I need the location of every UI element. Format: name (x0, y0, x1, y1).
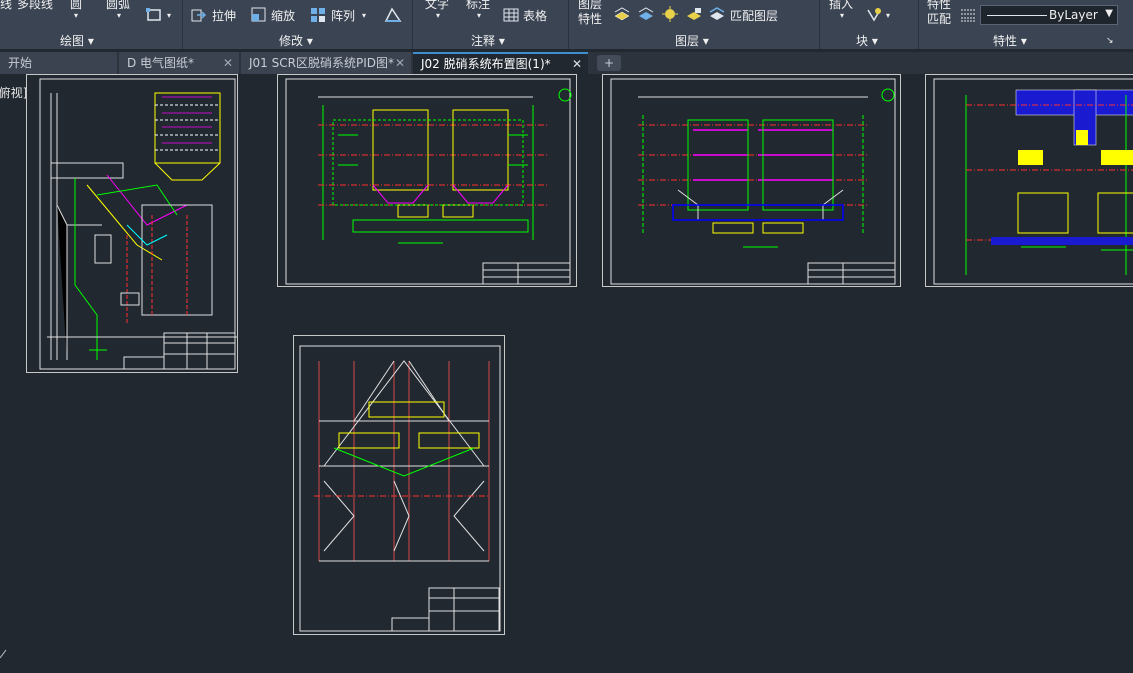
chevron-down-icon[interactable]: ▾ (362, 9, 366, 23)
chevron-down-icon[interactable]: ▾ (167, 9, 171, 23)
match-layer-icon[interactable] (709, 6, 725, 22)
file-tab-bar: 开始 D 电气图纸* ✕ J01 SCR区脱硝系统PID图* ✕ J02 脱硝系… (0, 52, 1133, 74)
layer-properties-button[interactable]: 图层 (578, 0, 602, 11)
table-button[interactable]: 表格 (523, 9, 547, 23)
panel-separator (918, 0, 919, 49)
layer-isolate-icon[interactable] (614, 6, 630, 22)
layer-freeze-icon[interactable] (638, 6, 654, 22)
panel-title-block[interactable]: 块 ▾ (856, 32, 878, 48)
stretch-icon[interactable] (191, 7, 207, 23)
scale-button[interactable]: 缩放 (271, 9, 295, 23)
layer-properties-label[interactable]: 特性 (578, 12, 602, 26)
line-preview (987, 15, 1047, 16)
match-layer-button[interactable]: 匹配图层 (730, 9, 778, 23)
panel-title-modify[interactable]: 修改 ▾ (279, 32, 313, 48)
plan-1-drawing (285, 78, 572, 285)
tab-electrical[interactable]: D 电气图纸* ✕ (119, 52, 239, 74)
panel-separator (568, 0, 569, 49)
tab-pid[interactable]: J01 SCR区脱硝系统PID图* ✕ (241, 52, 411, 74)
close-icon[interactable]: ✕ (395, 52, 405, 74)
chevron-down-icon[interactable]: ▾ (886, 9, 890, 23)
panel-title-properties[interactable]: 特性 ▾ (993, 32, 1027, 48)
tab-layout-active[interactable]: J02 脱硝系统布置图(1)* ✕ (413, 52, 588, 74)
chevron-down-icon[interactable]: ▾ (74, 9, 78, 23)
edit-attributes-icon[interactable] (866, 6, 882, 22)
tab-start[interactable]: 开始 (0, 52, 117, 74)
drawing-sheet-detail[interactable] (925, 74, 1133, 287)
table-icon[interactable] (503, 8, 519, 22)
panel-title-draw[interactable]: 绘图 ▾ (60, 32, 94, 48)
linetype-dropdown[interactable]: ByLayer ▼ (980, 5, 1118, 25)
chevron-down-icon[interactable]: ▾ (840, 9, 844, 23)
ribbon: 线 多段线 圆 圆弧 ▾ ▾ ▾ 绘图 ▾ 拉伸 缩放 阵列 ▾ 修改 ▾ 文字… (0, 0, 1133, 49)
elevation-drawing (39, 78, 237, 370)
chevron-down-icon[interactable]: ▾ (477, 9, 481, 23)
drawing-sheet-plan-2[interactable] (602, 74, 901, 287)
linetype-icon[interactable] (960, 7, 976, 23)
drawing-sheet-plan-1[interactable] (277, 74, 577, 287)
array-icon[interactable] (310, 7, 326, 23)
detail-drawing (933, 78, 1133, 285)
array-button[interactable]: 阵列 (331, 9, 355, 23)
panel-separator (412, 0, 413, 49)
new-tab-button[interactable]: + (597, 55, 621, 71)
match-properties-label[interactable]: 匹配 (927, 12, 951, 26)
close-icon[interactable]: ✕ (572, 54, 582, 74)
drawing-sheet-elevation[interactable] (26, 74, 238, 373)
close-icon[interactable]: ✕ (223, 52, 233, 74)
rectangle-icon[interactable] (146, 7, 162, 23)
layer-lock-icon[interactable] (686, 6, 702, 22)
panel-title-annotate[interactable]: 注释 ▾ (471, 32, 505, 48)
drawing-sheet-structure[interactable] (293, 335, 505, 635)
panel-title-layers[interactable]: 图层 ▾ (675, 32, 709, 48)
chevron-down-icon[interactable]: ▾ (117, 9, 121, 23)
polyline-button[interactable]: 多段线 (17, 0, 53, 11)
line-cut-label[interactable]: 线 (0, 0, 12, 11)
panel-separator (182, 0, 183, 49)
structure-drawing (299, 345, 501, 632)
chevron-down-icon: ▼ (1105, 8, 1113, 19)
panel-expand-icon[interactable]: ↘ (1106, 34, 1114, 48)
plan-2-drawing (610, 78, 896, 285)
bylayer-value: ByLayer (1049, 8, 1098, 22)
ucs-icon (0, 649, 7, 659)
panel-separator (819, 0, 820, 49)
scale-icon[interactable] (251, 7, 267, 23)
layer-off-icon[interactable] (662, 6, 678, 22)
edit-polyline-icon[interactable] (384, 7, 402, 23)
chevron-down-icon[interactable]: ▾ (436, 9, 440, 23)
stretch-button[interactable]: 拉伸 (212, 9, 236, 23)
match-properties-button[interactable]: 特性 (927, 0, 951, 11)
plus-icon: + (603, 56, 615, 70)
